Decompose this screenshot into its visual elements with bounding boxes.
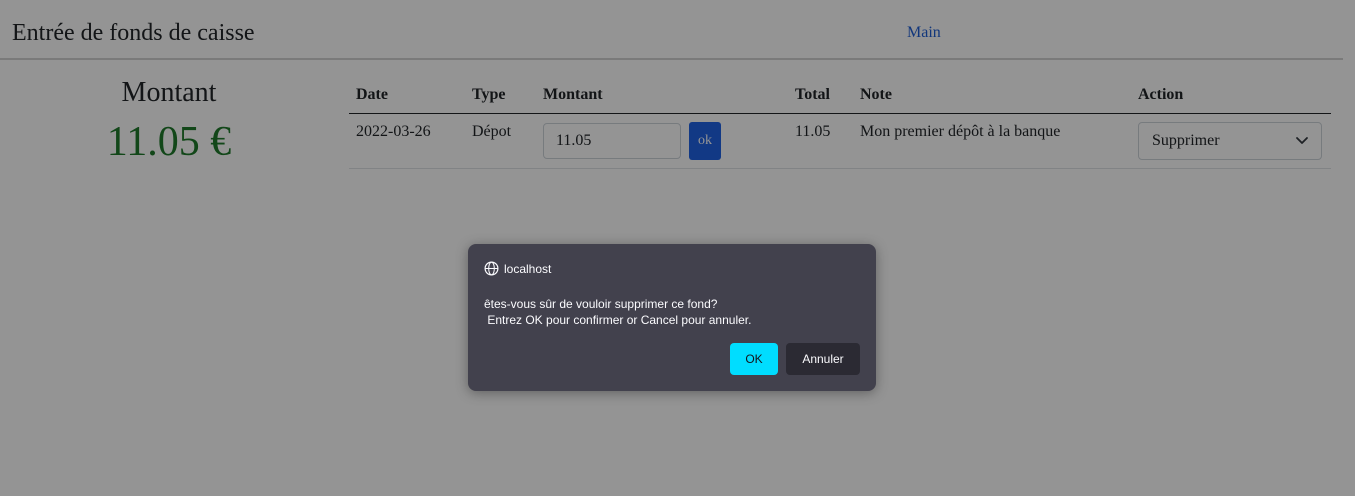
- dialog-ok-button[interactable]: OK: [730, 343, 778, 375]
- dialog-cancel-button[interactable]: Annuler: [786, 343, 860, 375]
- globe-icon: [484, 261, 499, 276]
- dialog-host: localhost: [504, 262, 552, 276]
- dialog-message: êtes-vous sûr de vouloir supprimer ce fo…: [484, 297, 752, 327]
- confirm-dialog: localhost êtes-vous sûr de vouloir suppr…: [468, 244, 876, 391]
